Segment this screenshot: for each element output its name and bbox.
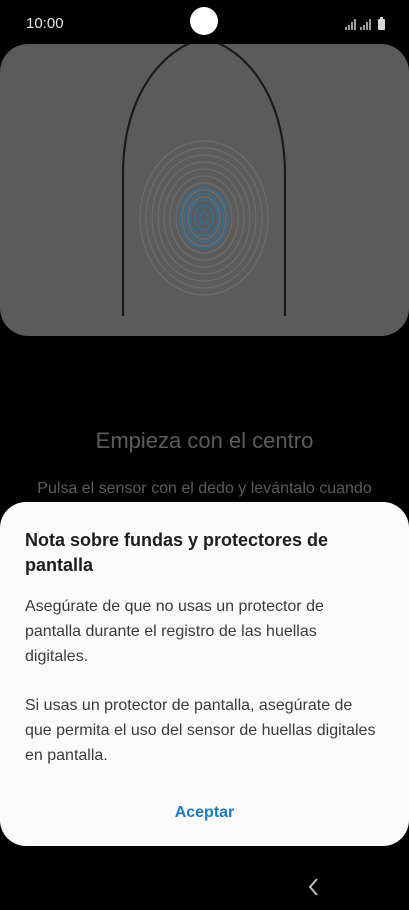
screen-protector-dialog: Nota sobre fundas y protectores de panta… — [0, 502, 409, 846]
battery-icon — [378, 17, 385, 30]
status-bar: 10:00 — [0, 0, 409, 48]
navigation-bar — [0, 864, 409, 910]
status-time: 10:00 — [26, 15, 64, 32]
accept-button[interactable]: Aceptar — [154, 798, 255, 828]
front-camera — [190, 7, 218, 35]
dialog-paragraph-2: Si usas un protector de pantalla, asegúr… — [25, 697, 376, 764]
signal-icon — [345, 18, 356, 30]
dialog-paragraph-1: Asegúrate de que no usas un protector de… — [25, 598, 324, 665]
status-icons — [345, 16, 385, 30]
dialog-title: Nota sobre fundas y protectores de panta… — [25, 530, 329, 575]
fingerprint-illustration — [121, 44, 287, 316]
signal-icon-2 — [360, 18, 371, 30]
enroll-subtitle: Pulsa el sensor con el dedo y levántalo … — [37, 480, 372, 497]
chevron-left-icon[interactable] — [304, 876, 324, 898]
enroll-title: Empieza con el centro — [95, 428, 314, 453]
fingerprint-illustration-card — [0, 44, 409, 336]
